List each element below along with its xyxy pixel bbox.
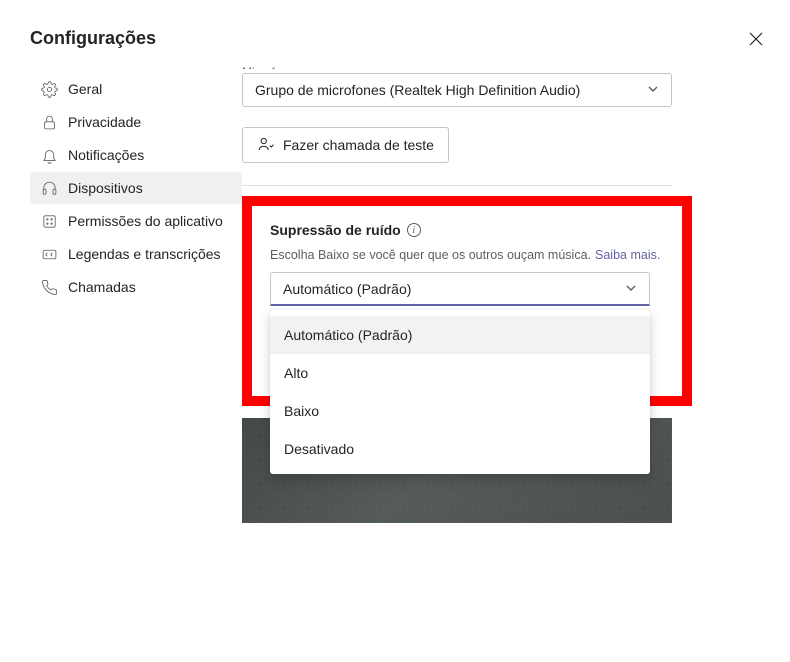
noise-option-high[interactable]: Alto xyxy=(270,354,650,392)
phone-icon xyxy=(40,278,58,296)
bell-icon xyxy=(40,146,58,164)
headset-icon xyxy=(40,179,58,197)
settings-sidebar: Geral Privacidade Notificações Dispositi… xyxy=(30,65,242,523)
sidebar-item-privacy[interactable]: Privacidade xyxy=(30,106,242,138)
sidebar-item-label: Legendas e transcrições xyxy=(68,246,221,262)
sidebar-item-label: Geral xyxy=(68,81,102,97)
test-call-button[interactable]: Fazer chamada de teste xyxy=(242,127,449,163)
noise-option-auto[interactable]: Automático (Padrão) xyxy=(270,316,650,354)
sidebar-item-label: Notificações xyxy=(68,147,144,163)
page-title: Configurações xyxy=(30,28,156,49)
noise-suppression-section: Supressão de ruído i Escolha Baixo se vo… xyxy=(242,196,692,406)
microphone-label: Microfone xyxy=(242,65,762,69)
sidebar-item-notifications[interactable]: Notificações xyxy=(30,139,242,171)
section-divider xyxy=(242,185,672,186)
sidebar-item-devices[interactable]: Dispositivos xyxy=(30,172,242,204)
noise-suppression-title: Supressão de ruído xyxy=(270,222,401,238)
sidebar-item-label: Chamadas xyxy=(68,279,136,295)
microphone-selected-value: Grupo de microfones (Realtek High Defini… xyxy=(255,82,580,98)
noise-selected-value: Automático (Padrão) xyxy=(283,281,411,297)
sidebar-item-calls[interactable]: Chamadas xyxy=(30,271,242,303)
sidebar-item-general[interactable]: Geral xyxy=(30,73,242,105)
learn-more-link[interactable]: Saiba mais. xyxy=(595,248,660,262)
cc-icon xyxy=(40,245,58,263)
noise-suppression-select[interactable]: Automático (Padrão) xyxy=(270,272,650,306)
close-icon xyxy=(749,32,763,46)
shield-icon xyxy=(40,212,58,230)
test-call-label: Fazer chamada de teste xyxy=(283,137,434,153)
info-icon[interactable]: i xyxy=(407,223,421,237)
noise-option-off[interactable]: Desativado xyxy=(270,430,650,468)
lock-icon xyxy=(40,113,58,131)
sidebar-item-label: Dispositivos xyxy=(68,180,143,196)
noise-suppression-hint: Escolha Baixo se você quer que os outros… xyxy=(270,248,664,262)
sidebar-item-captions[interactable]: Legendas e transcrições xyxy=(30,238,242,270)
settings-main: Microfone Grupo de microfones (Realtek H… xyxy=(242,65,790,523)
sidebar-item-label: Privacidade xyxy=(68,114,141,130)
gear-icon xyxy=(40,80,58,98)
sidebar-item-label: Permissões do aplicativo xyxy=(68,213,223,229)
close-button[interactable] xyxy=(746,29,766,49)
microphone-select[interactable]: Grupo de microfones (Realtek High Defini… xyxy=(242,73,672,107)
person-call-icon xyxy=(257,135,275,156)
sidebar-item-app-permissions[interactable]: Permissões do aplicativo xyxy=(30,205,242,237)
noise-suppression-dropdown: Automático (Padrão) Alto Baixo Desativad… xyxy=(270,310,650,474)
chevron-down-icon xyxy=(647,82,659,98)
noise-option-low[interactable]: Baixo xyxy=(270,392,650,430)
chevron-down-icon xyxy=(625,281,637,297)
